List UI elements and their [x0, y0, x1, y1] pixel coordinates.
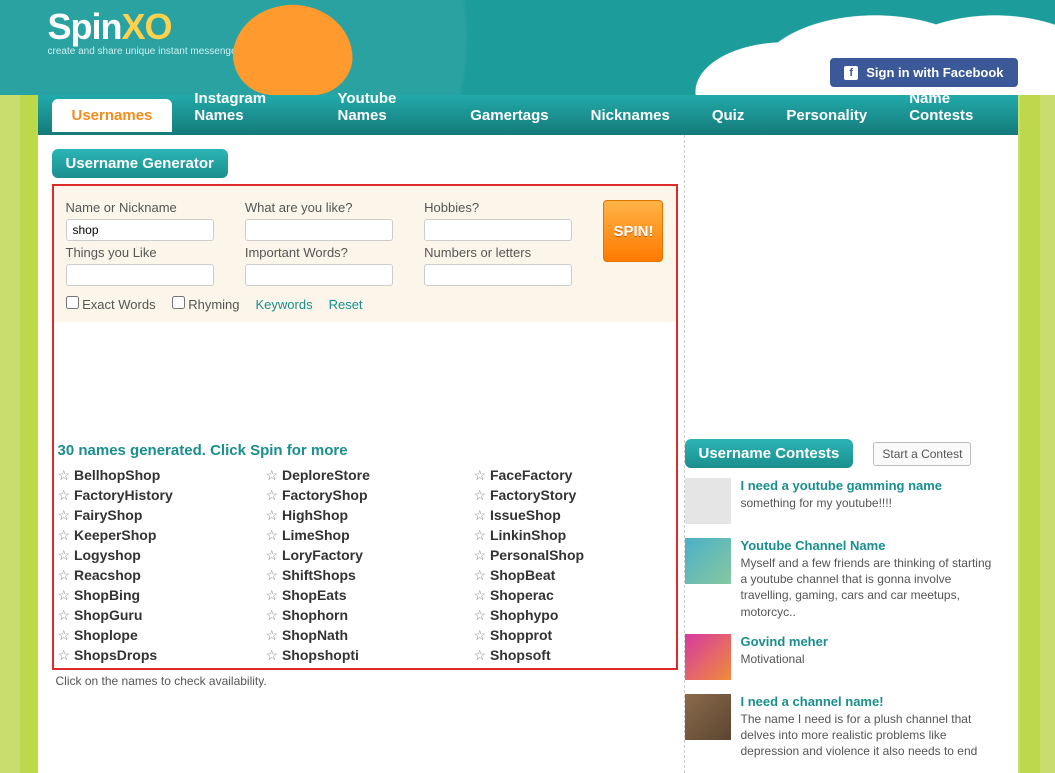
generator-panel: Name or Nickname What are you like? Hobb… — [52, 184, 678, 670]
generated-count: 30 names generated. Click Spin for more — [58, 442, 672, 459]
tab-quiz[interactable]: Quiz — [692, 99, 765, 132]
contest-desc: Myself and a few friends are thinking of… — [741, 555, 994, 620]
tab-youtube-names[interactable]: Youtube Names — [318, 82, 449, 132]
tab-personality[interactable]: Personality — [766, 99, 887, 132]
contest-desc: Motivational — [741, 651, 828, 667]
username-result[interactable]: LoryFactory — [266, 547, 464, 564]
username-result[interactable]: ShopEats — [266, 587, 464, 604]
label-name: Name or Nickname — [66, 200, 235, 215]
username-result[interactable]: Shopsoft — [474, 647, 672, 664]
contest-list: I need a youtube gamming name something f… — [685, 478, 994, 759]
numbers-input[interactable] — [424, 264, 572, 286]
tab-usernames[interactable]: Usernames — [52, 99, 173, 132]
logo-xo: XO — [122, 6, 172, 47]
username-result[interactable]: ShopBing — [58, 587, 256, 604]
username-result[interactable]: PersonalShop — [474, 547, 672, 564]
main-tabs: Usernames Instagram Names Youtube Names … — [38, 95, 1018, 135]
username-result[interactable]: Shophorn — [266, 607, 464, 624]
avatar — [685, 538, 731, 584]
tab-nicknames[interactable]: Nicknames — [571, 99, 690, 132]
words-input[interactable] — [245, 264, 393, 286]
contest-desc: something for my youtube!!!! — [741, 495, 943, 511]
contest-item: I need a youtube gamming name something f… — [685, 478, 994, 524]
label-words: Important Words? — [245, 245, 414, 260]
tab-gamertags[interactable]: Gamertags — [450, 99, 568, 132]
logo-spin: Spin — [48, 6, 122, 47]
contest-title[interactable]: I need a youtube gamming name — [741, 478, 943, 493]
label-numbers: Numbers or letters — [424, 245, 593, 260]
username-result[interactable]: LimeShop — [266, 527, 464, 544]
label-things: Things you Like — [66, 245, 235, 260]
contest-title[interactable]: Youtube Channel Name — [741, 538, 994, 553]
rhyming-checkbox[interactable] — [172, 296, 185, 309]
username-result[interactable]: ShopBeat — [474, 567, 672, 584]
hobbies-input[interactable] — [424, 219, 572, 241]
contests-title: Username Contests — [685, 439, 854, 468]
username-result[interactable]: Reacshop — [58, 567, 256, 584]
contest-desc: The name I need is for a plush channel t… — [741, 711, 994, 760]
username-result[interactable]: KeeperShop — [58, 527, 256, 544]
username-result[interactable]: FactoryHistory — [58, 487, 256, 504]
availability-note: Click on the names to check availability… — [56, 674, 674, 688]
avatar — [685, 478, 731, 524]
contest-item: Youtube Channel Name Myself and a few fri… — [685, 538, 994, 620]
avatar — [685, 634, 731, 680]
contest-item: Govind meher Motivational — [685, 634, 994, 680]
username-result[interactable]: Shoplope — [58, 627, 256, 644]
username-result[interactable]: Shopprot — [474, 627, 672, 644]
tab-name-contests[interactable]: Name Contests — [889, 82, 1017, 132]
contest-item: I need a channel name! The name I need is… — [685, 694, 994, 760]
username-result[interactable]: Logyshop — [58, 547, 256, 564]
username-result[interactable]: IssueShop — [474, 507, 672, 524]
spin-button[interactable]: SPIN! — [603, 200, 663, 262]
page-title: Username Generator — [52, 149, 228, 178]
facebook-icon: f — [844, 66, 858, 80]
start-contest-button[interactable]: Start a Contest — [873, 442, 971, 466]
contest-title[interactable]: Govind meher — [741, 634, 828, 649]
facebook-signin-label: Sign in with Facebook — [866, 65, 1003, 80]
names-grid: BellhopShop DeploreStore FaceFactory Factor… — [54, 467, 676, 664]
rhyming-option[interactable]: Rhyming — [172, 296, 240, 312]
exact-words-option[interactable]: Exact Words — [66, 296, 156, 312]
label-like: What are you like? — [245, 200, 414, 215]
username-result[interactable]: FactoryStory — [474, 487, 672, 504]
username-result[interactable]: FairyShop — [58, 507, 256, 524]
exact-words-checkbox[interactable] — [66, 296, 79, 309]
contest-title[interactable]: I need a channel name! — [741, 694, 994, 709]
username-result[interactable]: FactoryShop — [266, 487, 464, 504]
reset-link[interactable]: Reset — [329, 297, 363, 312]
username-result[interactable]: Shoperac — [474, 587, 672, 604]
name-input[interactable] — [66, 219, 214, 241]
avatar — [685, 694, 731, 740]
username-result[interactable]: HighShop — [266, 507, 464, 524]
username-result[interactable]: BellhopShop — [58, 467, 256, 484]
username-result[interactable]: ShiftShops — [266, 567, 464, 584]
username-result[interactable]: ShopGuru — [58, 607, 256, 624]
like-input[interactable] — [245, 219, 393, 241]
username-result[interactable]: Shopshopti — [266, 647, 464, 664]
things-input[interactable] — [66, 264, 214, 286]
username-result[interactable]: LinkinShop — [474, 527, 672, 544]
username-result[interactable]: ShopsDrops — [58, 647, 256, 664]
tab-instagram-names[interactable]: Instagram Names — [174, 82, 315, 132]
username-result[interactable]: ShopNath — [266, 627, 464, 644]
keywords-link[interactable]: Keywords — [256, 297, 313, 312]
username-result[interactable]: DeploreStore — [266, 467, 464, 484]
label-hobbies: Hobbies? — [424, 200, 593, 215]
username-result[interactable]: FaceFactory — [474, 467, 672, 484]
username-result[interactable]: Shophypo — [474, 607, 672, 624]
